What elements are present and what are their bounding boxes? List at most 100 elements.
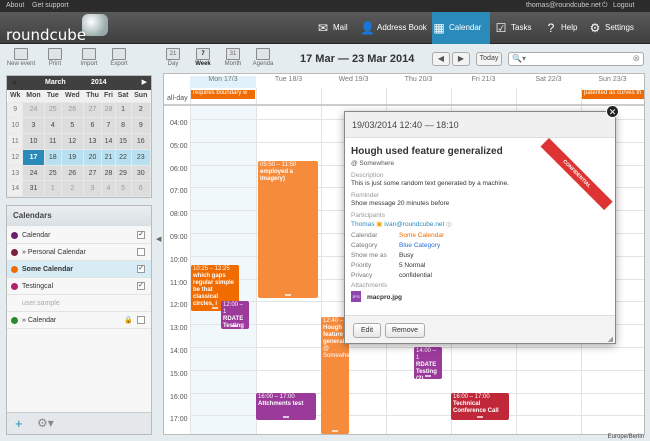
month-view-button[interactable]: 31 Month — [216, 48, 250, 74]
nav-mail[interactable]: ✉ Mail — [316, 12, 356, 44]
calendar-item[interactable]: » Calendar 🔒 — [7, 312, 151, 329]
calendar-event[interactable]: 05:50 – 11:50 employed a Imagery) — [258, 160, 318, 298]
mini-day[interactable]: 7 — [101, 117, 116, 135]
import-button[interactable]: Import — [72, 48, 106, 74]
new-event-button[interactable]: New event — [4, 48, 38, 74]
mini-day[interactable]: 1 — [114, 101, 132, 119]
mini-year-select[interactable]: 2014 — [91, 79, 107, 86]
calendar-event[interactable]: 16:00 – 17:00 Technical Conference Call — [451, 392, 509, 420]
participant-organizer[interactable]: Thomas ▣ ivan@roundcube.net ◎ — [351, 220, 452, 228]
about-link[interactable]: About — [6, 2, 24, 9]
resize-handle[interactable] — [425, 374, 431, 377]
prev-week-button[interactable]: ◀ — [432, 52, 450, 66]
day-header[interactable]: Wed 19/3 — [321, 76, 386, 88]
resize-handle[interactable] — [477, 415, 483, 418]
mini-day[interactable]: 3 — [82, 180, 103, 198]
edit-button[interactable]: Edit — [353, 323, 381, 338]
calendar-event[interactable]: 12:00 – 1RDATE Testing — [221, 301, 249, 329]
mini-day[interactable]: 15 — [114, 133, 132, 150]
calendar-item[interactable]: Calendar ✓ — [7, 227, 151, 244]
clear-search-icon[interactable]: ⊗ — [632, 53, 640, 64]
mini-day[interactable]: 27 — [82, 164, 103, 182]
mini-day[interactable]: 31 — [22, 180, 45, 198]
mini-day[interactable]: 13 — [82, 133, 103, 150]
resize-handle[interactable] — [332, 429, 338, 432]
mini-day[interactable]: 29 — [114, 164, 132, 182]
nav-settings[interactable]: ⚙ Settings — [588, 12, 644, 44]
nav-help[interactable]: ? Help — [544, 12, 580, 44]
calendar-checkbox[interactable] — [137, 316, 145, 324]
print-button[interactable]: Print — [38, 48, 72, 74]
mini-day[interactable]: 20 — [82, 148, 103, 166]
mini-day[interactable]: 10 — [22, 133, 45, 150]
agenda-view-button[interactable]: Agenda — [246, 48, 280, 74]
mini-day[interactable]: 16 — [130, 133, 152, 150]
mini-day[interactable]: 6 — [82, 117, 103, 135]
close-icon[interactable]: ✕ — [606, 105, 619, 118]
day-header[interactable]: Tue 18/3 — [256, 76, 321, 88]
mini-day[interactable]: 28 — [101, 101, 116, 119]
mini-day[interactable]: 28 — [101, 164, 116, 182]
mini-day[interactable]: 8 — [114, 117, 132, 135]
day-header[interactable]: Thu 20/3 — [386, 76, 451, 88]
mini-day[interactable]: 9 — [130, 117, 152, 135]
mini-day[interactable]: 5 — [61, 117, 84, 135]
resize-grip-icon[interactable]: ◢ — [608, 335, 613, 343]
mini-day[interactable]: 24 — [22, 164, 45, 182]
mini-day[interactable]: 25 — [43, 164, 63, 182]
mini-prev-icon[interactable]: ◀ — [11, 78, 16, 86]
mini-day[interactable]: 11 — [43, 133, 63, 150]
calendar-checkbox[interactable] — [137, 248, 145, 256]
calendar-item[interactable]: » Personal Calendar — [7, 244, 151, 261]
calendar-checkbox[interactable]: ✓ — [137, 265, 145, 273]
day-header[interactable]: Mon 17/3 — [190, 76, 256, 88]
mini-day[interactable]: 3 — [22, 117, 45, 135]
mini-day[interactable]: 14 — [101, 133, 116, 150]
calendar-event[interactable]: 16:00 – 17:00 Attchments test — [256, 392, 316, 420]
mini-day[interactable]: 22 — [114, 148, 132, 166]
mini-day[interactable]: 12 — [61, 133, 84, 150]
mini-month-select[interactable]: March — [45, 79, 66, 86]
logout-link[interactable]: Logout — [613, 2, 634, 9]
day-header[interactable]: Fri 21/3 — [451, 76, 516, 88]
mini-day[interactable]: 4 — [43, 117, 63, 135]
roundcube-logo[interactable]: roundcube — [6, 14, 108, 44]
mini-day[interactable]: 18 — [43, 148, 63, 166]
mini-day[interactable]: 23 — [130, 148, 152, 166]
mini-day[interactable]: 2 — [61, 180, 84, 198]
mini-day[interactable]: 2 — [130, 101, 152, 119]
mini-day[interactable]: 25 — [43, 101, 63, 119]
mini-day[interactable]: 26 — [61, 101, 84, 119]
resize-handle[interactable] — [212, 306, 218, 309]
mini-day[interactable]: 4 — [101, 180, 116, 198]
calendar-options-icon[interactable]: ⚙▾ — [37, 416, 54, 430]
week-view-button[interactable]: 7 Week — [186, 48, 220, 74]
all-day-event[interactable]: patented as curves th — [582, 90, 644, 99]
calendar-item[interactable]: Some Calendar ✓ — [7, 261, 151, 278]
mini-day[interactable]: 6 — [130, 180, 152, 198]
next-week-button[interactable]: ▶ — [452, 52, 470, 66]
day-header[interactable]: Sat 22/3 — [516, 76, 581, 88]
calendar-checkbox[interactable]: ✓ — [137, 282, 145, 290]
resize-handle[interactable] — [232, 324, 238, 327]
mini-day[interactable]: 26 — [61, 164, 84, 182]
nav-address-book[interactable]: 👤 Address Book — [360, 12, 427, 44]
calendar-event[interactable]: 14:00 – 1RDATE Testing (2) — [414, 347, 442, 379]
resize-handle[interactable] — [285, 293, 291, 296]
calendar-checkbox[interactable]: ✓ — [137, 231, 145, 239]
day-view-button[interactable]: 21 Day — [156, 48, 190, 74]
calendar-item[interactable]: user.sample — [7, 295, 151, 312]
mini-day[interactable]: 24 — [22, 101, 45, 119]
mini-day[interactable]: 30 — [130, 164, 152, 182]
all-day-event[interactable]: requires boundary w — [191, 90, 255, 99]
collapse-arrow-icon[interactable]: ◀ — [156, 235, 161, 243]
nav-calendar[interactable]: ▦ Calendar — [432, 12, 490, 44]
nav-tasks[interactable]: ☑ Tasks — [494, 12, 536, 44]
calendar-item[interactable]: Testingcal ✓ — [7, 278, 151, 295]
resize-handle[interactable] — [283, 415, 289, 418]
mini-day[interactable]: 1 — [43, 180, 63, 198]
support-link[interactable]: Get support — [32, 2, 69, 9]
remove-button[interactable]: Remove — [385, 323, 425, 338]
today-button[interactable]: Today — [476, 52, 502, 66]
day-header[interactable]: Sun 23/3 — [581, 76, 644, 88]
